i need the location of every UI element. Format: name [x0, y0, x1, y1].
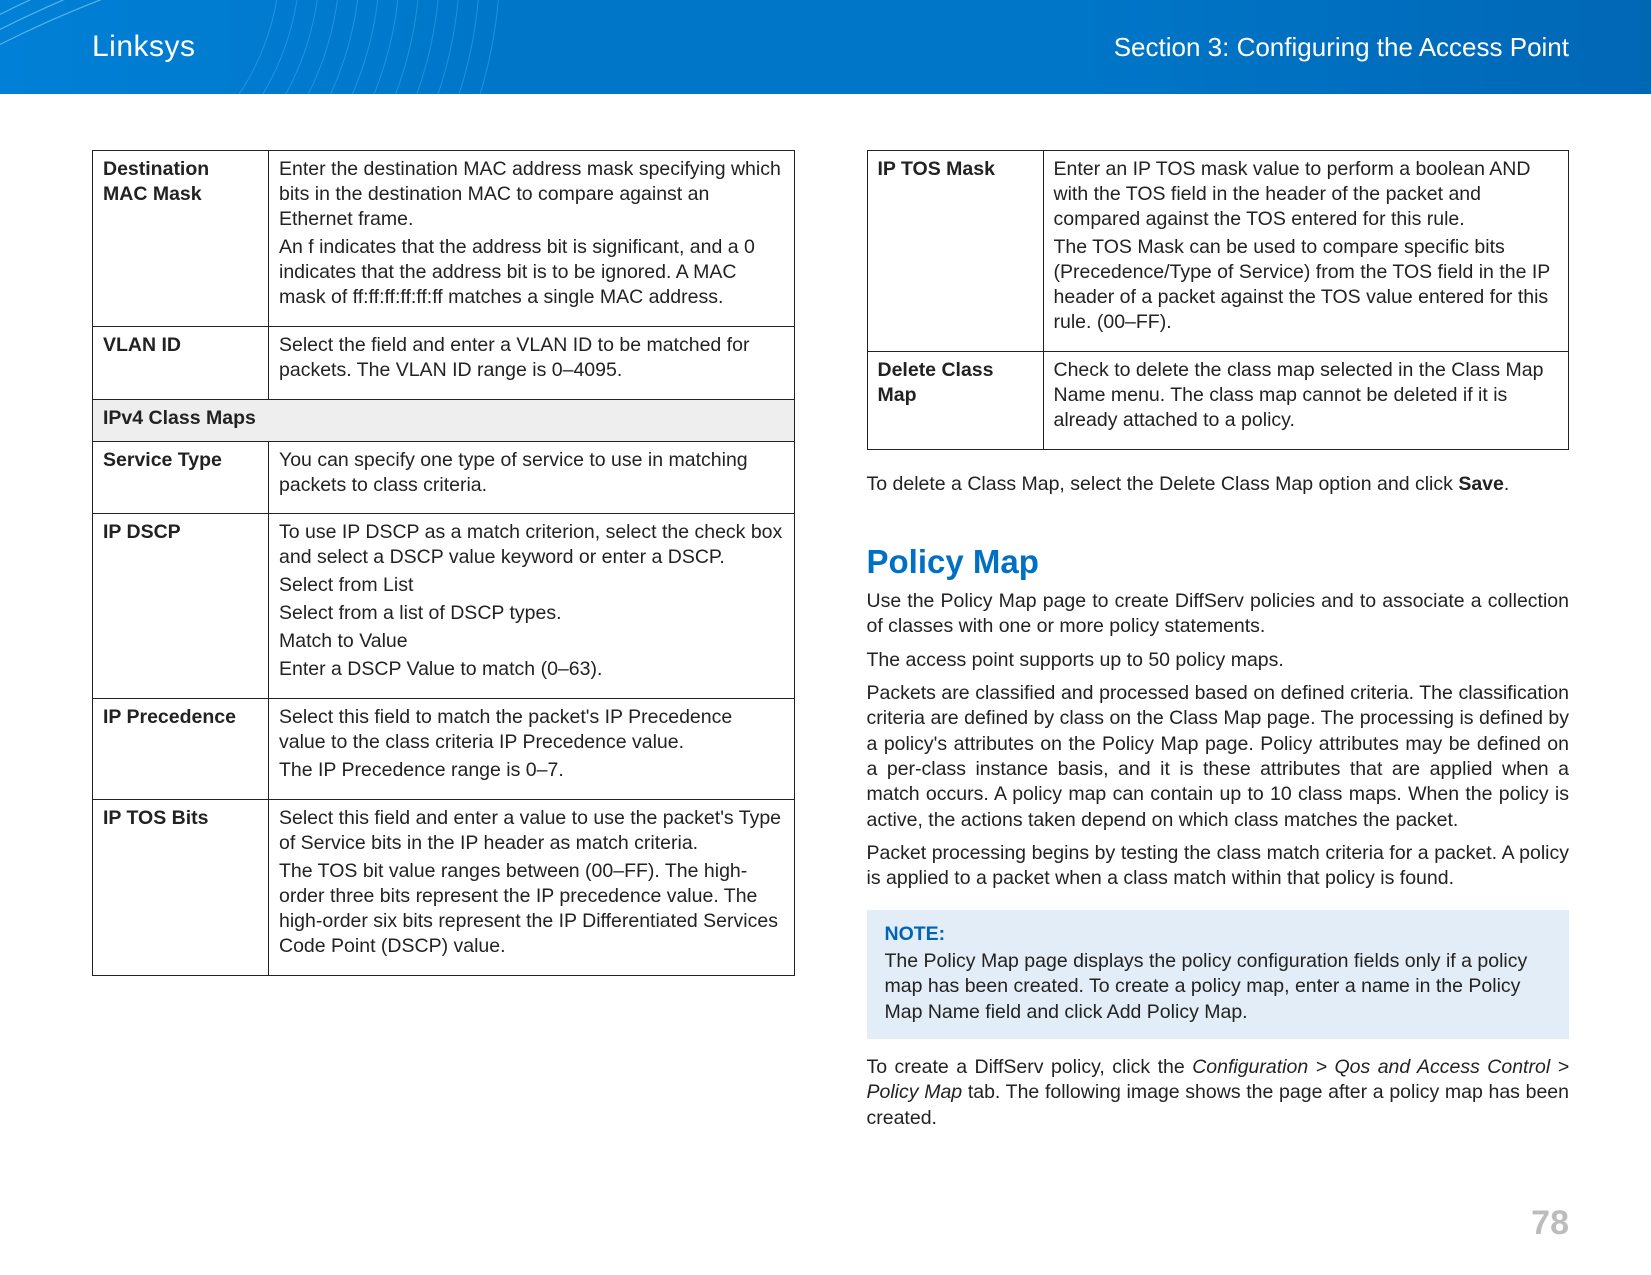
param-section-head: IPv4 Class Maps — [93, 399, 795, 441]
param-desc: Enter the destination MAC address mask s… — [269, 151, 795, 327]
param-desc-para: The TOS Mask can be used to compare spec… — [1054, 235, 1559, 335]
table-row: IPv4 Class Maps — [93, 399, 795, 441]
text-span: . — [1504, 473, 1509, 495]
text-span: To create a DiffServ policy, click the — [867, 1056, 1193, 1078]
table-row: IP TOS Bits Select this field and enter … — [93, 800, 795, 976]
param-desc-para: Check to delete the class map selected i… — [1054, 358, 1559, 433]
param-desc-para: Select from List — [279, 573, 784, 598]
section-title-header: Section 3: Configuring the Access Point — [1114, 32, 1569, 63]
param-label: Delete Class Map — [867, 351, 1043, 449]
policy-map-para: Packet processing begins by testing the … — [867, 841, 1570, 892]
param-desc-para: You can specify one type of service to u… — [279, 448, 784, 498]
note-label: NOTE: — [885, 922, 1552, 947]
param-desc-para: The IP Precedence range is 0–7. — [279, 758, 784, 783]
param-label: IP DSCP — [93, 514, 269, 699]
policy-map-para: The access point supports up to 50 polic… — [867, 648, 1570, 673]
table-row: Service Type You can specify one type of… — [93, 441, 795, 514]
page-header: Linksys Section 3: Configuring the Acces… — [0, 0, 1651, 94]
table-row: VLAN ID Select the field and enter a VLA… — [93, 326, 795, 399]
param-desc-para: Select this field to match the packet's … — [279, 705, 784, 755]
page-content: Destination MAC Mask Enter the destinati… — [0, 94, 1651, 1179]
policy-map-tail: To create a DiffServ policy, click the C… — [867, 1055, 1570, 1131]
param-desc: Select this field to match the packet's … — [269, 699, 795, 800]
param-desc: To use IP DSCP as a match criterion, sel… — [269, 514, 795, 699]
policy-map-heading: Policy Map — [867, 543, 1570, 581]
param-desc: Select this field and enter a value to u… — [269, 800, 795, 976]
policy-map-para: Use the Policy Map page to create DiffSe… — [867, 589, 1570, 640]
table-row: Destination MAC Mask Enter the destinati… — [93, 151, 795, 327]
page-number: 78 — [1531, 1204, 1569, 1243]
brand-name: Linksys — [92, 30, 196, 64]
param-desc-para: Enter the destination MAC address mask s… — [279, 157, 784, 232]
text-span: To delete a Class Map, select the Delete… — [867, 473, 1459, 495]
policy-map-para: Packets are classified and processed bas… — [867, 681, 1570, 833]
text-span: tab. The following image shows the page … — [867, 1081, 1570, 1128]
param-desc: You can specify one type of service to u… — [269, 441, 795, 514]
param-label: Service Type — [93, 441, 269, 514]
left-column: Destination MAC Mask Enter the destinati… — [92, 150, 795, 1139]
param-label: IP TOS Bits — [93, 800, 269, 976]
param-desc: Select the field and enter a VLAN ID to … — [269, 326, 795, 399]
param-desc: Check to delete the class map selected i… — [1043, 351, 1569, 449]
param-label: VLAN ID — [93, 326, 269, 399]
param-label: Destination MAC Mask — [93, 151, 269, 327]
note-text: The Policy Map page displays the policy … — [885, 950, 1528, 1023]
table-row: IP Precedence Select this field to match… — [93, 699, 795, 800]
delete-classmap-instruction: To delete a Class Map, select the Delete… — [867, 472, 1570, 497]
right-params-table: IP TOS Mask Enter an IP TOS mask value t… — [867, 150, 1570, 450]
param-label: IP TOS Mask — [867, 151, 1043, 352]
param-desc-para: Select from a list of DSCP types. — [279, 601, 784, 626]
param-desc-para: Enter a DSCP Value to match (0–63). — [279, 657, 784, 682]
note-box: NOTE: The Policy Map page displays the p… — [867, 910, 1570, 1039]
table-row: IP DSCP To use IP DSCP as a match criter… — [93, 514, 795, 699]
param-desc-para: Select this field and enter a value to u… — [279, 806, 784, 856]
right-column: IP TOS Mask Enter an IP TOS mask value t… — [867, 150, 1570, 1139]
save-bold: Save — [1458, 473, 1504, 495]
table-row: IP TOS Mask Enter an IP TOS mask value t… — [867, 151, 1569, 352]
param-label: IP Precedence — [93, 699, 269, 800]
table-row: Delete Class Map Check to delete the cla… — [867, 351, 1569, 449]
param-desc-para: Enter an IP TOS mask value to perform a … — [1054, 157, 1559, 232]
left-params-table: Destination MAC Mask Enter the destinati… — [92, 150, 795, 976]
param-desc-para: To use IP DSCP as a match criterion, sel… — [279, 520, 784, 570]
param-desc-para: The TOS bit value ranges between (00–FF)… — [279, 859, 784, 959]
param-desc-para: An f indicates that the address bit is s… — [279, 235, 784, 310]
param-desc-para: Match to Value — [279, 629, 784, 654]
param-desc-para: Select the field and enter a VLAN ID to … — [279, 333, 784, 383]
param-desc: Enter an IP TOS mask value to perform a … — [1043, 151, 1569, 352]
